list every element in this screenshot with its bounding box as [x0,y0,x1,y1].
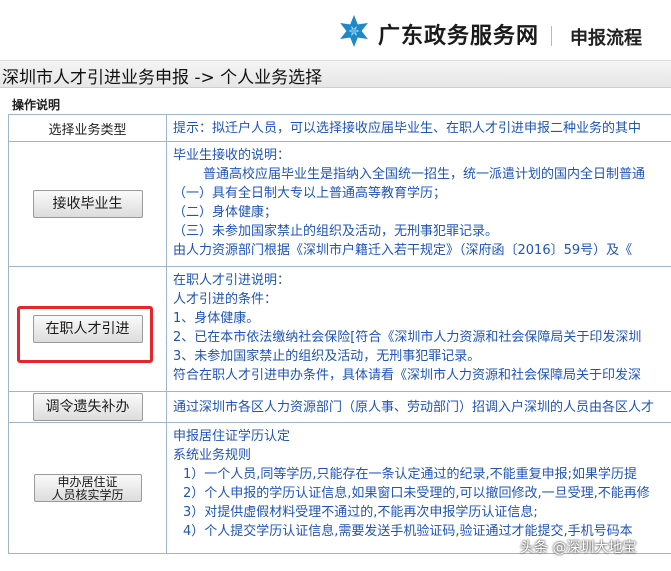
header-cell-tip: 提示：拟迁户人员，可以选择接收应届毕业生、在职人才引进申报二种业务的其中 [166,114,671,142]
row-description-cell: 申报居住证学历认定 系统业务规则 1）一个人员,同等学历,只能存在一条认定通过的… [166,422,671,554]
desc-line: 2、已在本市依法缴纳社会保险[符合《深圳市人力资源和社会保障局关于印发深圳 [173,330,642,345]
row-description: 通过深圳市各区人力资源部门（原人事、劳动部门）招调入户深圳的人员由各区人才 [173,398,671,417]
desc-line: 1）一个人员,同等学历,只能存在一条认定通过的纪录,不能重复申报;如果学历提 [183,467,638,482]
row-action-cell: 申办居住证 人员核实学历 [8,422,167,554]
flow-link[interactable]: 申报流程 [570,24,642,50]
table-row: 接收毕业生 毕业生接收的说明： 普通高校应届毕业生是指纳入全国统一招生，统一派遣… [8,141,671,267]
table-row: 申办居住证 人员核实学历 申报居住证学历认定 系统业务规则 1）一个人员,同等学… [8,422,671,554]
snowflake-logo-icon[interactable] [337,14,371,48]
section-label: 操作说明 [12,98,61,112]
desc-line: 系统业务规则 [173,448,252,463]
lost-transfer-order-button[interactable]: 调令遗失补办 [32,393,143,421]
header-cell-type: 选择业务类型 [8,114,167,142]
desc-line: 在职人才引进说明： [173,273,291,288]
desc-line: （三）未参加国家禁止的组织及活动，无刑事犯罪记录。 [173,224,499,239]
watermark: 头条 @深圳大地宝 [520,540,637,556]
row-description: 毕业生接收的说明： 普通高校应届毕业生是指纳入全国统一招生，统一派遣计划的国内全… [173,146,671,260]
row-action-cell: 调令遗失补办 [8,391,167,423]
desc-line: （二）身体健康； [173,205,278,220]
site-header: 广东政务服务网 申报流程 [0,0,671,60]
desc-line: 申报居住证学历认定 [173,429,291,444]
desc-line: 通过深圳市各区人力资源部门（原人事、劳动部门）招调入户深圳的人员由各区人才 [173,399,655,415]
residence-permit-education-button[interactable]: 申办居住证 人员核实学历 [33,473,142,502]
tip-text: 提示：拟迁户人员，可以选择接收应届毕业生、在职人才引进申报二种业务的其中 [173,120,642,136]
desc-line: 3、未参加国家禁止的组织及活动，无刑事犯罪记录。 [173,349,481,364]
desc-line: 1、身体健康。 [173,311,260,326]
table-header-row: 选择业务类型 提示：拟迁户人员，可以选择接收应届毕业生、在职人才引进申报二种业务… [8,114,671,142]
table-row: 调令遗失补办 通过深圳市各区人力资源部门（原人事、劳动部门）招调入户深圳的人员由… [8,391,671,423]
row-description-cell: 毕业生接收的说明： 普通高校应届毕业生是指纳入全国统一招生，统一派遣计划的国内全… [166,141,671,267]
row-description-cell: 通过深圳市各区人力资源部门（原人事、劳动部门）招调入户深圳的人员由各区人才 [166,391,671,423]
table-row: 在职人才引进 在职人才引进说明： 人才引进的条件： 1、身体健康。 2、已在本市… [8,266,671,392]
desc-line: 普通高校应届毕业生是指纳入全国统一招生，统一派遣计划的国内全日制普通 [203,167,646,182]
desc-line: 由人力资源部门根据《深圳市户籍迁入若干规定》（深府函〔2016〕59号）及《 [173,243,633,258]
page-title: 深圳市人才引进业务申报 -> 个人业务选择 [2,68,323,88]
receive-graduate-button[interactable]: 接收毕业生 [32,190,143,218]
business-table: 选择业务类型 提示：拟迁户人员，可以选择接收应届毕业生、在职人才引进申报二种业务… [8,114,671,554]
row-action-cell: 接收毕业生 [8,141,167,267]
row-description: 申报居住证学历认定 系统业务规则 1）一个人员,同等学历,只能存在一条认定通过的… [173,427,671,541]
talent-introduction-button[interactable]: 在职人才引进 [32,315,143,343]
button-label-line: 人员核实学历 [51,487,124,502]
desc-line: 符合在职人才引进申办条件，具体请看《深圳市人力资源和社会保障局关于印发深 [173,368,642,383]
header-divider [551,26,552,46]
desc-line: 3）对提供虚假材料受理不通过的,不能再次申报学历认证信息; [183,505,538,520]
page-title-bar: 深圳市人才引进业务申报 -> 个人业务选择 [0,60,671,88]
site-name[interactable]: 广东政务服务网 [378,18,539,50]
desc-line: 人才引进的条件： [173,292,278,307]
button-label-line: 申办居住证 [57,474,118,489]
row-description-cell: 在职人才引进说明： 人才引进的条件： 1、身体健康。 2、已在本市依法缴纳社会保… [166,266,671,392]
row-description: 在职人才引进说明： 人才引进的条件： 1、身体健康。 2、已在本市依法缴纳社会保… [173,271,671,385]
row-action-cell: 在职人才引进 [8,266,167,392]
desc-line: 毕业生接收的说明： [173,148,291,163]
desc-line: （一）具有全日制大专以上普通高等教育学历； [173,186,447,201]
desc-line: 2）个人申报的学历认证信息,如果窗口未受理的,可以撤回修改,一旦受理,不能再修 [183,486,650,501]
